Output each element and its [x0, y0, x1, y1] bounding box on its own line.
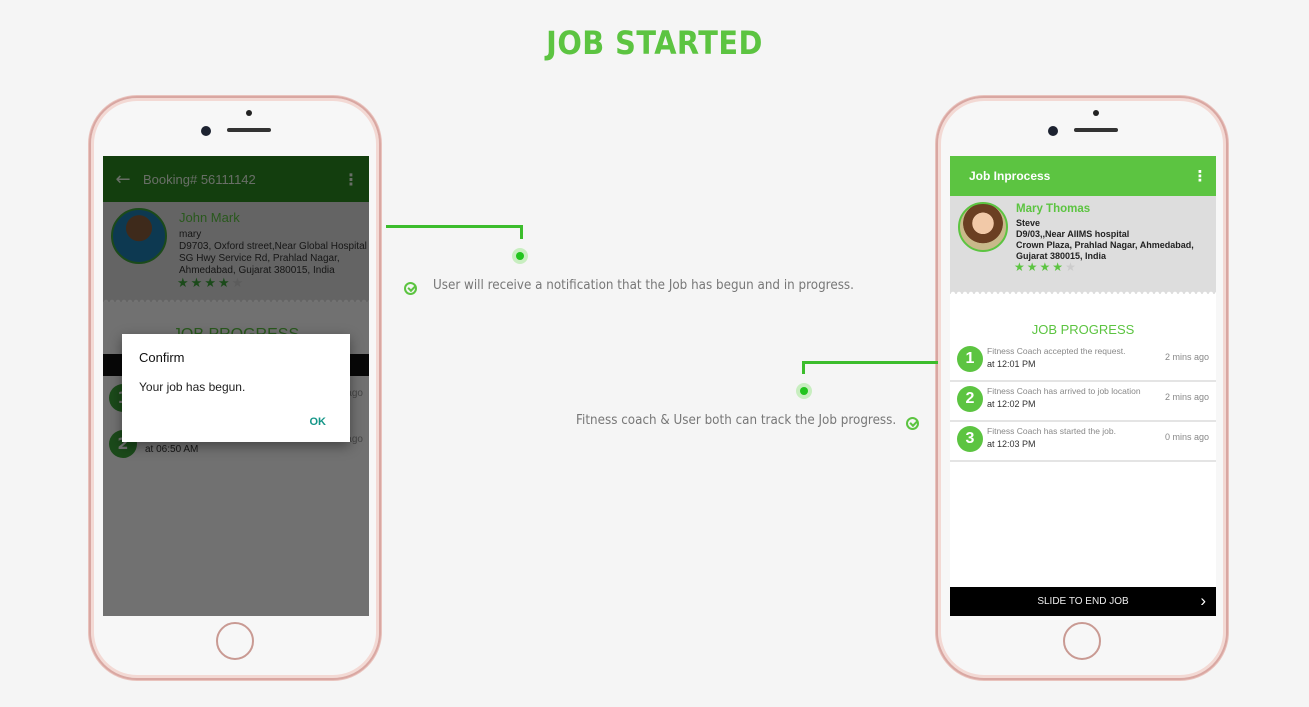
- ok-button[interactable]: OK: [310, 416, 327, 428]
- progress-step: 3 Fitness Coach has started the job. at …: [950, 422, 1216, 462]
- step-description: Fitness Coach accepted the request.: [987, 346, 1126, 356]
- connector-line: [520, 225, 523, 239]
- star-filled-icon: ★: [1039, 260, 1053, 274]
- step-description: Fitness Coach has started the job.: [987, 426, 1116, 436]
- step-time: at 12:03 PM: [987, 439, 1036, 449]
- profile-card: Mary Thomas Steve D9/03,,Near AIIMS hosp…: [950, 196, 1216, 294]
- profile-line: D9/03,,Near AIIMS hospital: [1016, 229, 1130, 239]
- front-camera: [201, 126, 211, 136]
- earpiece-speaker: [1074, 128, 1118, 132]
- step-ago: 2 mins ago: [1164, 352, 1209, 362]
- earpiece-speaker: [227, 128, 271, 132]
- home-button[interactable]: [216, 622, 254, 660]
- profile-address: Steve D9/03,,Near AIIMS hospital Crown P…: [1016, 218, 1194, 262]
- annotation-text: User will receive a notification that th…: [433, 278, 854, 293]
- star-filled-icon: ★: [1014, 260, 1027, 274]
- ticket-edge: [950, 288, 1216, 294]
- step-description: Fitness Coach has arrived to job locatio…: [987, 386, 1141, 396]
- connector-dot: [796, 383, 812, 399]
- left-phone-mockup: ← Booking# 56111142 ⋮ John Mark mary D97…: [89, 96, 381, 680]
- step-number: 1: [957, 346, 983, 372]
- star-filled-icon: ★: [1026, 260, 1040, 274]
- proximity-sensor: [246, 110, 252, 116]
- check-circle-icon: [906, 417, 919, 430]
- profile-name: Mary Thomas: [1016, 203, 1091, 215]
- page-title: JOB STARTED: [546, 24, 763, 62]
- connector-dot: [512, 248, 528, 264]
- progress-step: 1 Fitness Coach accepted the request. at…: [950, 342, 1216, 382]
- right-phone-mockup: Job Inprocess ⋮ Mary Thomas Steve D9/03,…: [936, 96, 1228, 680]
- star-empty-icon: ★: [1065, 260, 1078, 274]
- page: JOB STARTED ← Booking# 56111142 ⋮ John M…: [0, 0, 1309, 707]
- connector-line: [802, 361, 805, 374]
- progress-step: 2 Fitness Coach has arrived to job locat…: [950, 382, 1216, 422]
- rating-stars: ★★★★★: [1014, 260, 1078, 274]
- step-ago: 2 mins ago: [1164, 392, 1209, 402]
- dialog-title: Confirm: [139, 350, 185, 365]
- app-bar: Job Inprocess ⋮: [950, 156, 1216, 196]
- right-screen: Job Inprocess ⋮ Mary Thomas Steve D9/03,…: [950, 156, 1216, 616]
- screen-title: Job Inprocess: [969, 169, 1051, 183]
- star-filled-icon: ★: [1052, 260, 1066, 274]
- connector-line: [802, 361, 938, 364]
- avatar: [958, 202, 1008, 252]
- front-camera: [1048, 126, 1058, 136]
- annotation-text: Fitness coach & User both can track the …: [576, 413, 897, 428]
- more-menu-icon[interactable]: ⋮: [1184, 167, 1216, 185]
- connector-line: [386, 225, 523, 228]
- check-circle-icon: [404, 282, 417, 295]
- step-time: at 12:01 PM: [987, 359, 1036, 369]
- profile-line: Crown Plaza, Prahlad Nagar, Ahmedabad,: [1016, 240, 1194, 250]
- confirm-dialog: Confirm Your job has begun. OK: [122, 334, 350, 442]
- home-button[interactable]: [1063, 622, 1101, 660]
- left-screen: ← Booking# 56111142 ⋮ John Mark mary D97…: [103, 156, 369, 616]
- chevron-right-icon: ›: [1200, 591, 1206, 610]
- step-ago: 0 mins ago: [1164, 432, 1209, 442]
- job-progress-section: JOB PROGRESS 1 Fitness Coach accepted th…: [950, 302, 1216, 587]
- step-number: 3: [957, 426, 983, 452]
- step-number: 2: [957, 386, 983, 412]
- profile-line: Steve: [1016, 218, 1041, 228]
- dialog-message: Your job has begun.: [139, 380, 246, 394]
- proximity-sensor: [1093, 110, 1099, 116]
- slide-label: SLIDE TO END JOB: [1037, 596, 1129, 607]
- step-time: at 12:02 PM: [987, 399, 1036, 409]
- progress-heading: JOB PROGRESS: [1031, 322, 1135, 337]
- slide-to-end-job[interactable]: SLIDE TO END JOB ›: [950, 587, 1216, 616]
